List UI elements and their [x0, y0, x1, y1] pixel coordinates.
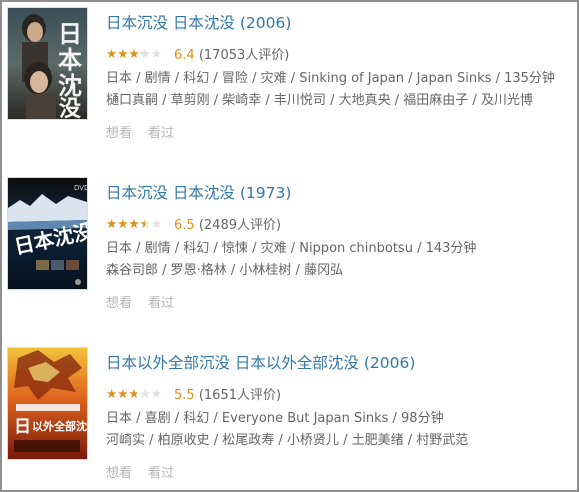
- watched-button[interactable]: 看过: [148, 462, 174, 481]
- rating-score: 6.5: [174, 218, 195, 233]
- poster-1-image: 日 本 沈 没: [8, 8, 87, 119]
- svg-text:日: 日: [14, 417, 31, 437]
- svg-text:以外全部沈没: 以外全部沈没: [32, 419, 87, 433]
- movie-actions: 想看 看过: [106, 122, 576, 141]
- movie-meta-people: 樋口真嗣 / 草剪刚 / 柴崎幸 / 丰川悦司 / 大地真央 / 福田麻由子 /…: [106, 93, 533, 108]
- rating-count: (17053人评价): [198, 48, 290, 63]
- list-item: 日 本 沈 没 日本沉没 日本沈没 (2006) ★★★★★ ★★★★★ 6.4…: [8, 8, 573, 168]
- want-to-watch-button[interactable]: 想看: [106, 292, 132, 311]
- movie-meta-genres: 日本 / 剧情 / 科幻 / 惊悚 / 灾难 / Nippon chinbots…: [106, 241, 477, 256]
- list-item: 日 以外全部沈没 日本以外全部沉没 日本以外全部沈没 (2006) ★★★★★ …: [8, 348, 576, 490]
- movie-meta-people: 森谷司郎 / 罗恩·格林 / 小林桂树 / 藤冈弘: [106, 263, 344, 278]
- poster-3-image: 日 以外全部沈没: [8, 348, 87, 459]
- movie-meta-genres: 日本 / 剧情 / 科幻 / 冒险 / 灾难 / Sinking of Japa…: [106, 71, 555, 86]
- rating-row: ★★★★★ ★★★★★ 6.5 (2489人评价): [106, 216, 576, 236]
- want-to-watch-button[interactable]: 想看: [106, 122, 132, 141]
- movie-poster[interactable]: 日本沈没 DVD: [8, 178, 87, 289]
- want-to-watch-button[interactable]: 想看: [106, 462, 132, 481]
- star-rating-icon: ★★★★★ ★★★★★: [106, 215, 170, 231]
- svg-text:DVD: DVD: [74, 184, 87, 192]
- movie-info: 日本以外全部沉没 日本以外全部沈没 (2006) ★★★★★ ★★★★★ 5.5…: [106, 348, 576, 481]
- star-rating-icon: ★★★★★ ★★★★★: [106, 385, 170, 401]
- movie-title-link[interactable]: 日本沉没 日本沈没 (1973): [106, 182, 576, 204]
- stars-filled: ★★★★★: [106, 215, 145, 231]
- movie-title-link[interactable]: 日本以外全部沉没 日本以外全部沈没 (2006): [106, 352, 576, 374]
- movie-meta-people: 河崎实 / 柏原收史 / 松尾政寿 / 小桥贤儿 / 土肥美绪 / 村野武范: [106, 433, 469, 448]
- svg-text:日: 日: [58, 19, 82, 48]
- rating-score: 6.4: [174, 48, 195, 63]
- watched-button[interactable]: 看过: [148, 122, 174, 141]
- star-rating-icon: ★★★★★ ★★★★★: [106, 45, 170, 61]
- movie-actions: 想看 看过: [106, 462, 576, 481]
- stars-filled: ★★★★★: [106, 385, 137, 401]
- movie-title-link[interactable]: 日本沉没 日本沈没 (2006): [106, 12, 576, 34]
- stars-filled: ★★★★★: [106, 45, 142, 61]
- rating-row: ★★★★★ ★★★★★ 5.5 (1651人评价): [106, 386, 576, 406]
- movie-list: 日 本 沈 没 日本沉没 日本沈没 (2006) ★★★★★ ★★★★★ 6.4…: [0, 0, 579, 492]
- rating-count: (1651人评价): [198, 388, 282, 403]
- rating-score: 5.5: [174, 388, 195, 403]
- watched-button[interactable]: 看过: [148, 292, 174, 311]
- movie-info: 日本沉没 日本沈没 (1973) ★★★★★ ★★★★★ 6.5 (2489人评…: [106, 178, 576, 311]
- rating-count: (2489人评价): [198, 218, 282, 233]
- svg-text:本: 本: [58, 45, 82, 74]
- rating-row: ★★★★★ ★★★★★ 6.4 (17053人评价): [106, 46, 576, 66]
- movie-info: 日本沉没 日本沈没 (2006) ★★★★★ ★★★★★ 6.4 (17053人…: [106, 8, 576, 141]
- movie-poster[interactable]: 日 以外全部沈没: [8, 348, 87, 459]
- movie-meta-genres: 日本 / 喜剧 / 科幻 / Everyone But Japan Sinks …: [106, 411, 444, 426]
- list-item: 日本沈没 DVD 日本沉没 日本沈没 (1973) ★★★★★ ★★★★★ 6.…: [8, 178, 573, 338]
- svg-text:没: 没: [59, 96, 82, 119]
- poster-2-image: 日本沈没 DVD: [8, 178, 87, 289]
- movie-poster[interactable]: 日 本 沈 没: [8, 8, 87, 119]
- movie-actions: 想看 看过: [106, 292, 576, 311]
